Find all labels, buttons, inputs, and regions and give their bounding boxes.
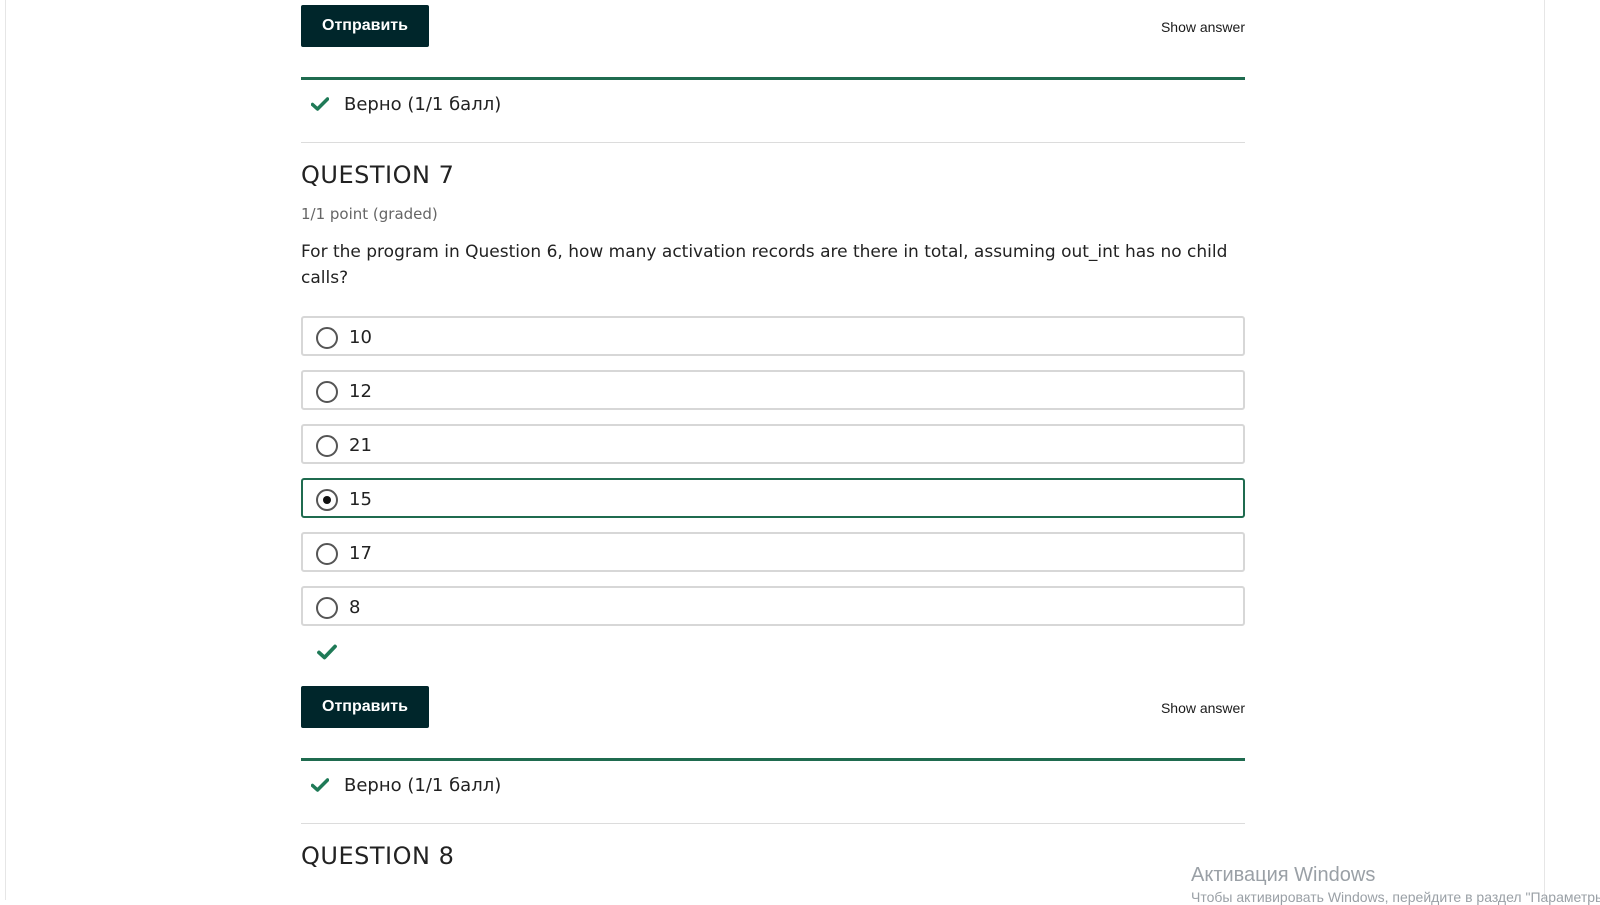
radio-icon[interactable] [316, 381, 338, 403]
option-label: 21 [349, 435, 372, 456]
option-12[interactable]: 12 [301, 370, 1245, 410]
check-icon [317, 644, 337, 664]
option-10[interactable]: 10 [301, 316, 1245, 356]
radio-icon[interactable] [316, 489, 338, 511]
check-icon [310, 777, 330, 796]
q7-feedback: Верно (1/1 балл) [301, 758, 1245, 823]
option-label: 10 [349, 327, 372, 348]
option-label: 8 [349, 597, 361, 618]
question-7-options: 10 12 21 15 17 8 [301, 316, 1245, 626]
problem-content: Отправить Show answer Верно (1/1 балл) Q… [301, 0, 1245, 870]
question-7-status [301, 626, 1245, 670]
question-7-points: 1/1 point (graded) [301, 205, 438, 223]
radio-icon[interactable] [316, 327, 338, 349]
option-21[interactable]: 21 [301, 424, 1245, 464]
q6-feedback: Верно (1/1 балл) [301, 77, 1245, 142]
option-17[interactable]: 17 [301, 532, 1245, 572]
divider [301, 823, 1245, 824]
option-label: 15 [349, 489, 372, 510]
watermark-subtitle: Чтобы активировать Windows, перейдите в … [1191, 889, 1600, 905]
q7-show-answer-button[interactable]: Show answer [1161, 700, 1245, 716]
q6-actions: Отправить Show answer [301, 5, 1245, 47]
q7-feedback-text: Верно (1/1 балл) [344, 775, 502, 796]
option-8[interactable]: 8 [301, 586, 1245, 626]
radio-icon[interactable] [316, 543, 338, 565]
radio-icon[interactable] [316, 597, 338, 619]
q6-submit-button[interactable]: Отправить [301, 5, 429, 47]
watermark-title: Активация Windows [1191, 864, 1376, 886]
check-icon [310, 96, 330, 115]
option-label: 17 [349, 543, 372, 564]
divider [301, 142, 1245, 143]
option-15[interactable]: 15 [301, 478, 1245, 518]
windows-activation-watermark: Активация Windows Чтобы активировать Win… [1191, 864, 1600, 905]
q7-actions: Отправить Show answer [301, 686, 1245, 728]
radio-icon[interactable] [316, 435, 338, 457]
option-label: 12 [349, 381, 372, 402]
question-8-title: QUESTION 8 [301, 842, 455, 870]
q6-feedback-text: Верно (1/1 балл) [344, 94, 502, 115]
q6-show-answer-button[interactable]: Show answer [1161, 19, 1245, 35]
question-7-title: QUESTION 7 [301, 161, 455, 189]
question-7-prompt: For the program in Question 6, how many … [301, 242, 1228, 288]
q7-submit-button[interactable]: Отправить [301, 686, 429, 728]
